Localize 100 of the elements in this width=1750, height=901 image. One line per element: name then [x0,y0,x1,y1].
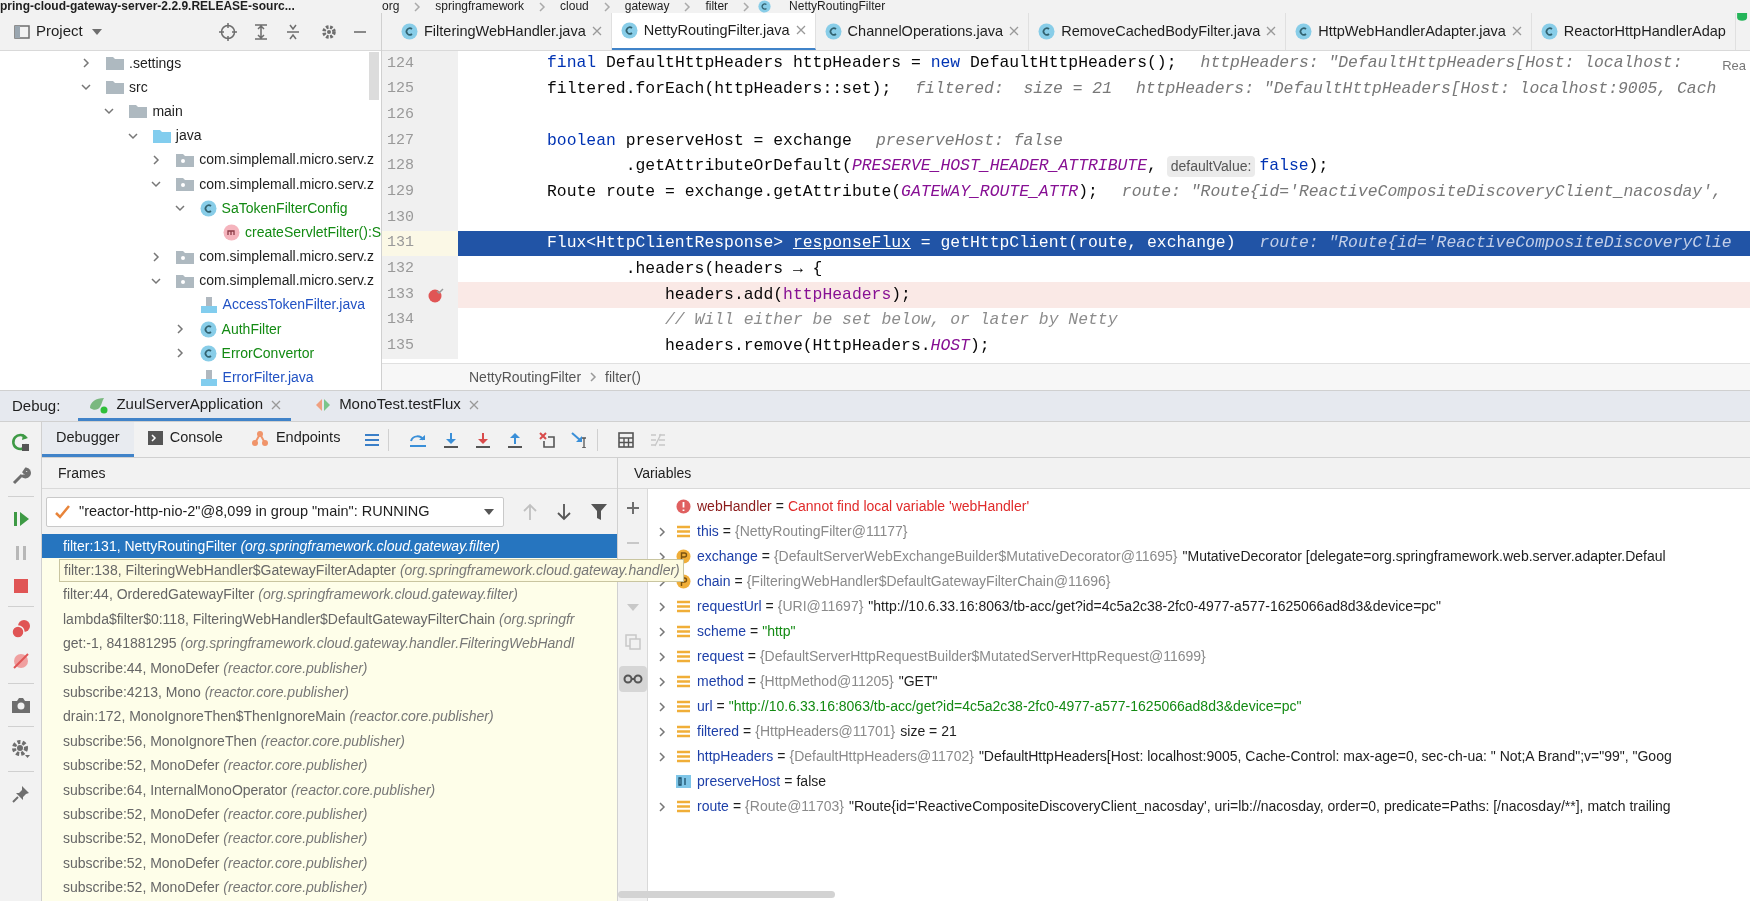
down-arrow-icon[interactable] [443,431,460,448]
line-number: 124 [386,53,414,74]
list-icon[interactable] [364,432,381,447]
calculator-icon[interactable] [618,431,635,448]
tree-item[interactable]: AccessTokenFilter.java [222,294,365,316]
tree-item[interactable]: com.simplemall.micro.serv.z [199,246,374,268]
tree-item[interactable]: main [152,100,183,122]
window-icon [14,24,30,39]
stack-frame[interactable]: subscribe:52, MonoDefer (reactor.core.publisher) [42,802,617,827]
tree-item[interactable]: java [175,125,202,147]
variable-name[interactable]: chain [697,571,731,592]
variable-name[interactable]: request [697,646,744,667]
stack-frame[interactable]: filter:44, OrderedGatewayFilter (org.springframework.cloud.gateway.filter) [42,582,617,608]
collapse-all-icon[interactable] [285,23,301,40]
stack-frame[interactable]: subscribe:52, MonoDefer (reactor.core.publisher) [42,753,617,778]
stack-frame[interactable]: subscribe:64, InternalMonoOperator (reactor.core.publisher) [42,777,617,803]
reader-mode-label[interactable]: Rea [1722,55,1746,76]
up-arrow-icon[interactable] [507,431,524,448]
variable-name[interactable]: exchange [697,546,758,567]
breakpoint-icon[interactable] [428,286,444,303]
tree-item[interactable]: createServletFilter():S [245,221,381,243]
tree-item[interactable]: .settings [129,52,182,74]
tree-item[interactable]: com.simplemall.micro.serv.z [199,270,374,292]
scrollbar[interactable] [369,52,379,100]
variable-name[interactable]: this [697,521,719,542]
session-tab[interactable]: MonoTest.testFlux [305,391,489,421]
tree-item[interactable]: com.simplemall.micro.serv.z [199,173,374,195]
stack-frame[interactable]: subscribe:44, MonoDefer (reactor.core.publisher) [42,655,617,681]
variable-name[interactable]: preserveHost [697,771,781,792]
settings-icon[interactable] [321,23,337,40]
variable-name[interactable]: filtered [697,721,740,742]
close-icon[interactable] [271,399,282,410]
inline-hint: route: "Route{id='ReactiveCompositeDiscoveryClient_nacosday', [1121,180,1722,203]
tree-item[interactable]: AuthFilter [221,318,282,340]
plus-icon[interactable] [625,501,640,515]
breadcrumb-item[interactable]: filter() [605,366,641,388]
pin-icon[interactable] [10,784,31,804]
variable-type: {DefaultServerHttpRequestBuilder$MutatedServerHttpRequest@11699} [759,647,1206,666]
tree-item[interactable]: src [129,76,148,98]
breadcrumb-item[interactable]: NettyRoutingFilter [789,0,886,13]
settings-icon[interactable] [10,739,31,759]
breadcrumb-item[interactable]: filter [705,0,729,13]
variable-name[interactable]: requestUrl [697,596,762,617]
stack-frame[interactable]: drain:172, MonoIgnoreThen$ThenIgnoreMain (reactor.core.publisher) [42,704,617,730]
close-icon[interactable] [1266,26,1277,37]
field-icon [676,649,691,664]
close-icon[interactable] [795,25,806,36]
breadcrumb-item[interactable]: NettyRoutingFilter [469,366,582,388]
tree-item[interactable]: ErrorFilter.java [222,367,314,389]
tree-item[interactable]: SaTokenFilterConfig [221,197,348,219]
expand-all-icon[interactable] [253,23,269,40]
stack-frame[interactable]: subscribe:52, MonoDefer (reactor.core.publisher) [42,875,617,900]
thread-dropdown[interactable]: "reactor-http-nio-2"@8,099 in group "main": RUNNING [46,496,504,527]
down-arrow-icon[interactable] [475,431,492,448]
stack-frame[interactable]: get:-1, 841881295 (org.springframework.cloud.gateway.handler.FilteringWebHandl [42,631,617,656]
stop-icon[interactable] [12,578,29,594]
variable-name[interactable]: webHandler [697,496,772,517]
wrench-icon[interactable] [10,466,31,486]
close-icon[interactable] [1511,26,1522,37]
tree-item[interactable]: com.simplemall.micro.serv.z [199,149,374,171]
equals-sign: = [716,697,725,716]
caret-down-icon[interactable] [90,27,103,36]
field-icon [676,749,691,764]
breadcrumb-item[interactable]: springframework [435,0,525,13]
stack-frame[interactable]: subscribe:52, MonoDefer (reactor.core.publisher) [42,851,617,876]
close-icon[interactable] [468,399,479,410]
camera-icon[interactable] [10,696,31,714]
variable-name[interactable]: url [697,696,713,717]
variable-name[interactable]: scheme [697,621,747,642]
resume-icon[interactable] [11,510,30,528]
editor-tab[interactable]: NettyRoutingFilter.java [611,13,816,50]
stack-frame[interactable]: subscribe:56, MonoIgnoreThen (reactor.core.publisher) [42,729,617,754]
line-number: 129 [386,181,414,202]
close-icon[interactable] [591,26,602,37]
breadcrumb-item[interactable]: cloud [560,0,589,13]
debugger-tab[interactable]: Debugger [42,422,134,457]
breadcrumb-item[interactable]: org [382,0,400,13]
variable-name[interactable]: method [697,671,744,692]
glasses-button[interactable] [618,666,647,692]
cross-frame-icon[interactable] [539,431,556,448]
stack-frame[interactable]: subscribe:52, MonoDefer (reactor.core.publisher) [42,826,617,852]
crosshair-icon[interactable] [219,22,237,41]
project-name[interactable]: pring-cloud-gateway-server-2.2.9.RELEASE-sourc... [0,0,370,13]
stack-frame[interactable]: lambda$filter$0:118, FilteringWebHandler$DefaultGatewayFilterChain (org.springfr [42,607,617,632]
stack-frame[interactable]: subscribe:4213, Mono (reactor.core.publisher) [42,680,617,705]
stack-frame[interactable]: filter:131, NettyRoutingFilter (org.springframework.cloud.gateway.filter) [42,534,617,559]
variable-name[interactable]: route [697,796,729,817]
debugger-tab[interactable]: Console [133,422,237,457]
breakpoints-icon[interactable] [10,619,31,639]
rerun-icon[interactable] [10,432,31,452]
down-arrow-icon[interactable] [556,502,572,521]
scrollbar[interactable] [618,891,835,898]
panel-title[interactable]: Project [36,20,83,43]
variable-name[interactable]: httpHeaders [697,746,774,767]
class-icon [1295,22,1313,40]
close-icon[interactable] [1009,26,1020,37]
breadcrumb-item[interactable]: gateway [624,0,670,13]
tree-item[interactable]: ErrorConvertor [221,342,315,364]
debugger-tab[interactable]: Endpoints [236,422,355,457]
filter-icon[interactable] [590,502,608,521]
